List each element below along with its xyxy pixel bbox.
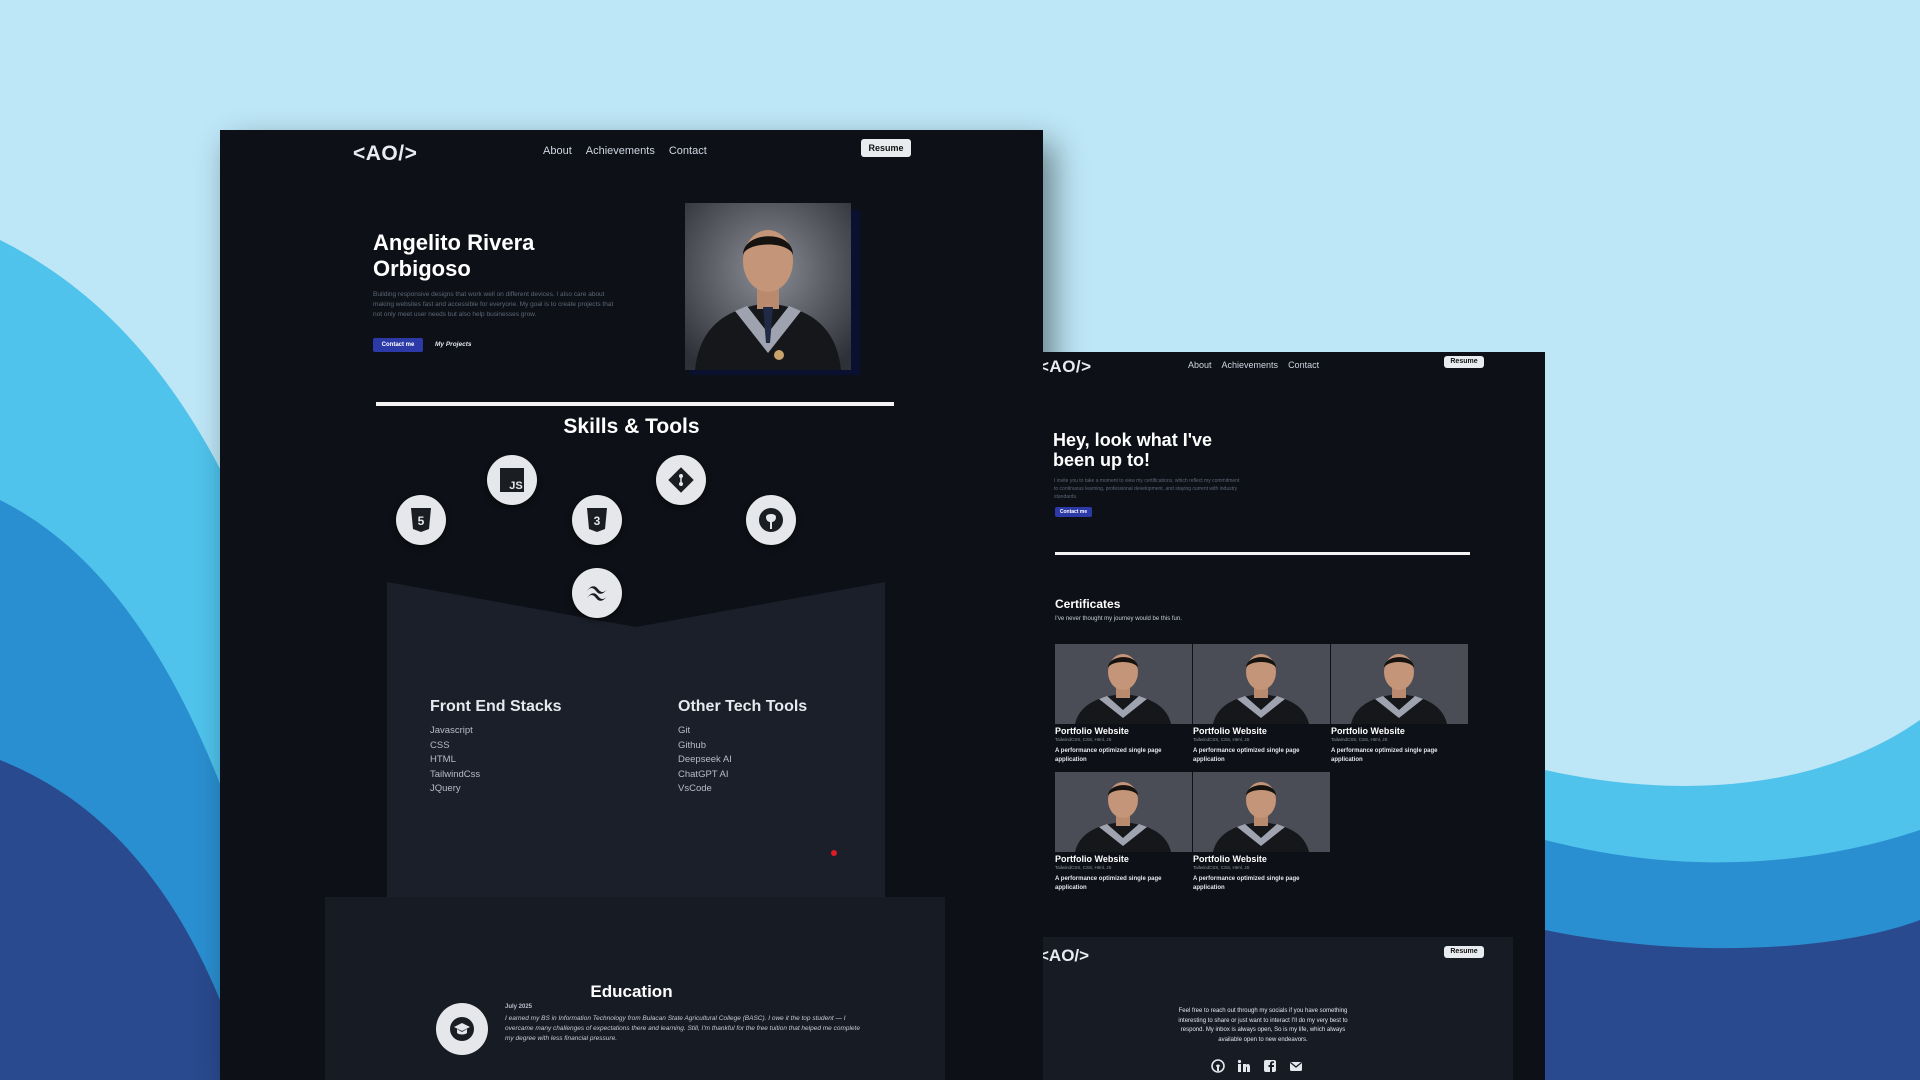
certificate-image xyxy=(1055,644,1192,724)
certificate-image xyxy=(1331,644,1468,724)
certificate-name: Portfolio Website xyxy=(1193,854,1267,864)
github-icon[interactable] xyxy=(1210,1058,1226,1074)
skills-title: Skills & Tools xyxy=(563,415,700,438)
stack-item: Javascript xyxy=(430,725,473,736)
certificate-tech: TailwindCSS, CSS, Html, JS xyxy=(1193,737,1250,742)
tool-item: Git xyxy=(678,725,691,736)
achievements-hero-subtitle: I invite you to take a moment to view my… xyxy=(1054,478,1240,500)
stack-item: CSS xyxy=(430,739,450,751)
certificate-image xyxy=(1193,772,1330,852)
certificate-name: Portfolio Website xyxy=(1331,726,1405,736)
portfolio-home-screen: <AO/> About Achievements Contact Resume … xyxy=(220,130,1043,1080)
certificate-name: Portfolio Website xyxy=(1055,854,1129,864)
mail-icon[interactable] xyxy=(1288,1058,1304,1074)
contact-me-button[interactable]: Contact me xyxy=(1055,507,1092,517)
certificate-tech: TailwindCSS, CSS, Html, JS xyxy=(1193,865,1250,870)
section-divider xyxy=(376,402,894,406)
facebook-icon[interactable] xyxy=(1262,1058,1278,1074)
certificate-tech: TailwindCSS, CSS, Html, JS xyxy=(1055,865,1112,870)
hero-bio: Building responsive designs that work we… xyxy=(373,291,614,318)
nav-link-achievements[interactable]: Achievements xyxy=(586,145,655,157)
education-date: July 2025 xyxy=(505,1004,533,1010)
stack-item: TailwindCss xyxy=(430,768,481,780)
linkedin-icon[interactable] xyxy=(1236,1058,1252,1074)
resume-button[interactable]: Resume xyxy=(1444,356,1484,368)
css3-icon: 3 xyxy=(572,495,622,545)
nav-link-achievements[interactable]: Achievements xyxy=(1222,360,1279,370)
graduation-cap-icon xyxy=(436,1003,488,1055)
tool-item: Deepseek AI xyxy=(678,754,732,765)
certificate-name: Portfolio Website xyxy=(1193,726,1267,736)
svg-text:5: 5 xyxy=(418,514,425,528)
nav-link-about[interactable]: About xyxy=(1188,360,1212,370)
other-tech-tools: Other Tech Tools Git Github Deepseek AI … xyxy=(678,698,807,797)
certificates-subtitle: I've never thought my journey would be t… xyxy=(1055,616,1182,622)
resume-button[interactable]: Resume xyxy=(861,139,911,157)
hero-name: Angelito Rivera Orbigoso xyxy=(373,230,535,281)
footer-text: Feel free to reach out through my social… xyxy=(1178,1008,1348,1043)
javascript-icon: JS xyxy=(487,455,537,505)
tool-item: Github xyxy=(678,739,706,751)
other-tools-title: Other Tech Tools xyxy=(678,698,808,715)
achievements-hero-title: Hey, look what I've been up to! xyxy=(1053,430,1212,470)
certificate-name: Portfolio Website xyxy=(1055,726,1129,736)
my-projects-link[interactable]: My Projects xyxy=(435,338,472,352)
site-logo[interactable]: <AO/> xyxy=(353,142,417,166)
certificate-card[interactable]: Portfolio Website TailwindCSS, CSS, Html… xyxy=(1055,644,1192,764)
certificate-description: A performance optimized single page appl… xyxy=(1193,876,1300,891)
social-links xyxy=(1210,1058,1304,1074)
top-nav: <AO/> About Achievements Contact Resume xyxy=(1043,352,1545,402)
nav-link-about[interactable]: About xyxy=(543,145,572,157)
top-nav: <AO/> About Achievements Contact Resume xyxy=(220,130,1043,180)
certificate-description: A performance optimized single page appl… xyxy=(1193,748,1300,763)
certificate-image xyxy=(1193,644,1330,724)
education-title: Education xyxy=(590,982,673,1001)
nav-link-contact[interactable]: Contact xyxy=(669,145,707,157)
tailwind-icon xyxy=(572,568,622,618)
git-icon xyxy=(656,455,706,505)
certificate-description: A performance optimized single page appl… xyxy=(1055,876,1162,891)
nav-links: About Achievements Contact xyxy=(1188,360,1319,370)
nav-link-contact[interactable]: Contact xyxy=(1288,360,1319,370)
certificate-description: A performance optimized single page appl… xyxy=(1331,748,1438,763)
certificate-image xyxy=(1055,772,1192,852)
certificates-title: Certificates xyxy=(1055,597,1121,611)
certificate-tech: TailwindCSS, CSS, Html, JS xyxy=(1055,737,1112,742)
tool-item: ChatGPT AI xyxy=(678,768,729,780)
nav-links: About Achievements Contact xyxy=(543,145,707,157)
front-end-title: Front End Stacks xyxy=(430,698,562,715)
tool-item: VsCode xyxy=(678,783,712,794)
certificate-tech: TailwindCSS, CSS, Html, JS xyxy=(1331,737,1388,742)
achievements-screen: <AO/> About Achievements Contact Resume … xyxy=(1043,352,1545,1080)
education-description: I earned my BS in Information Technology… xyxy=(505,1015,860,1042)
profile-portrait xyxy=(685,203,851,370)
certificate-card[interactable]: Portfolio Website TailwindCSS, CSS, Html… xyxy=(1331,644,1468,764)
certificate-description: A performance optimized single page appl… xyxy=(1055,748,1162,763)
svg-text:JS: JS xyxy=(509,480,522,492)
stack-item: JQuery xyxy=(430,783,461,794)
panel-notch xyxy=(387,582,885,627)
svg-text:3: 3 xyxy=(594,514,601,528)
red-indicator-dot xyxy=(831,850,837,856)
stack-item: HTML xyxy=(430,754,456,765)
github-icon xyxy=(746,495,796,545)
front-end-stacks: Front End Stacks Javascript CSS HTML Tai… xyxy=(430,698,562,797)
contact-me-button[interactable]: Contact me xyxy=(373,338,423,352)
certificate-card[interactable]: Portfolio Website TailwindCSS, CSS, Html… xyxy=(1193,772,1330,892)
certificate-card[interactable]: Portfolio Website TailwindCSS, CSS, Html… xyxy=(1055,772,1192,892)
footer-logo[interactable]: <AO/> xyxy=(1043,946,1089,966)
footer-resume-button[interactable]: Resume xyxy=(1444,946,1484,958)
certificate-card[interactable]: Portfolio Website TailwindCSS, CSS, Html… xyxy=(1193,644,1330,764)
section-divider xyxy=(1055,552,1470,555)
html5-icon: 5 xyxy=(396,495,446,545)
site-logo[interactable]: <AO/> xyxy=(1043,357,1092,377)
